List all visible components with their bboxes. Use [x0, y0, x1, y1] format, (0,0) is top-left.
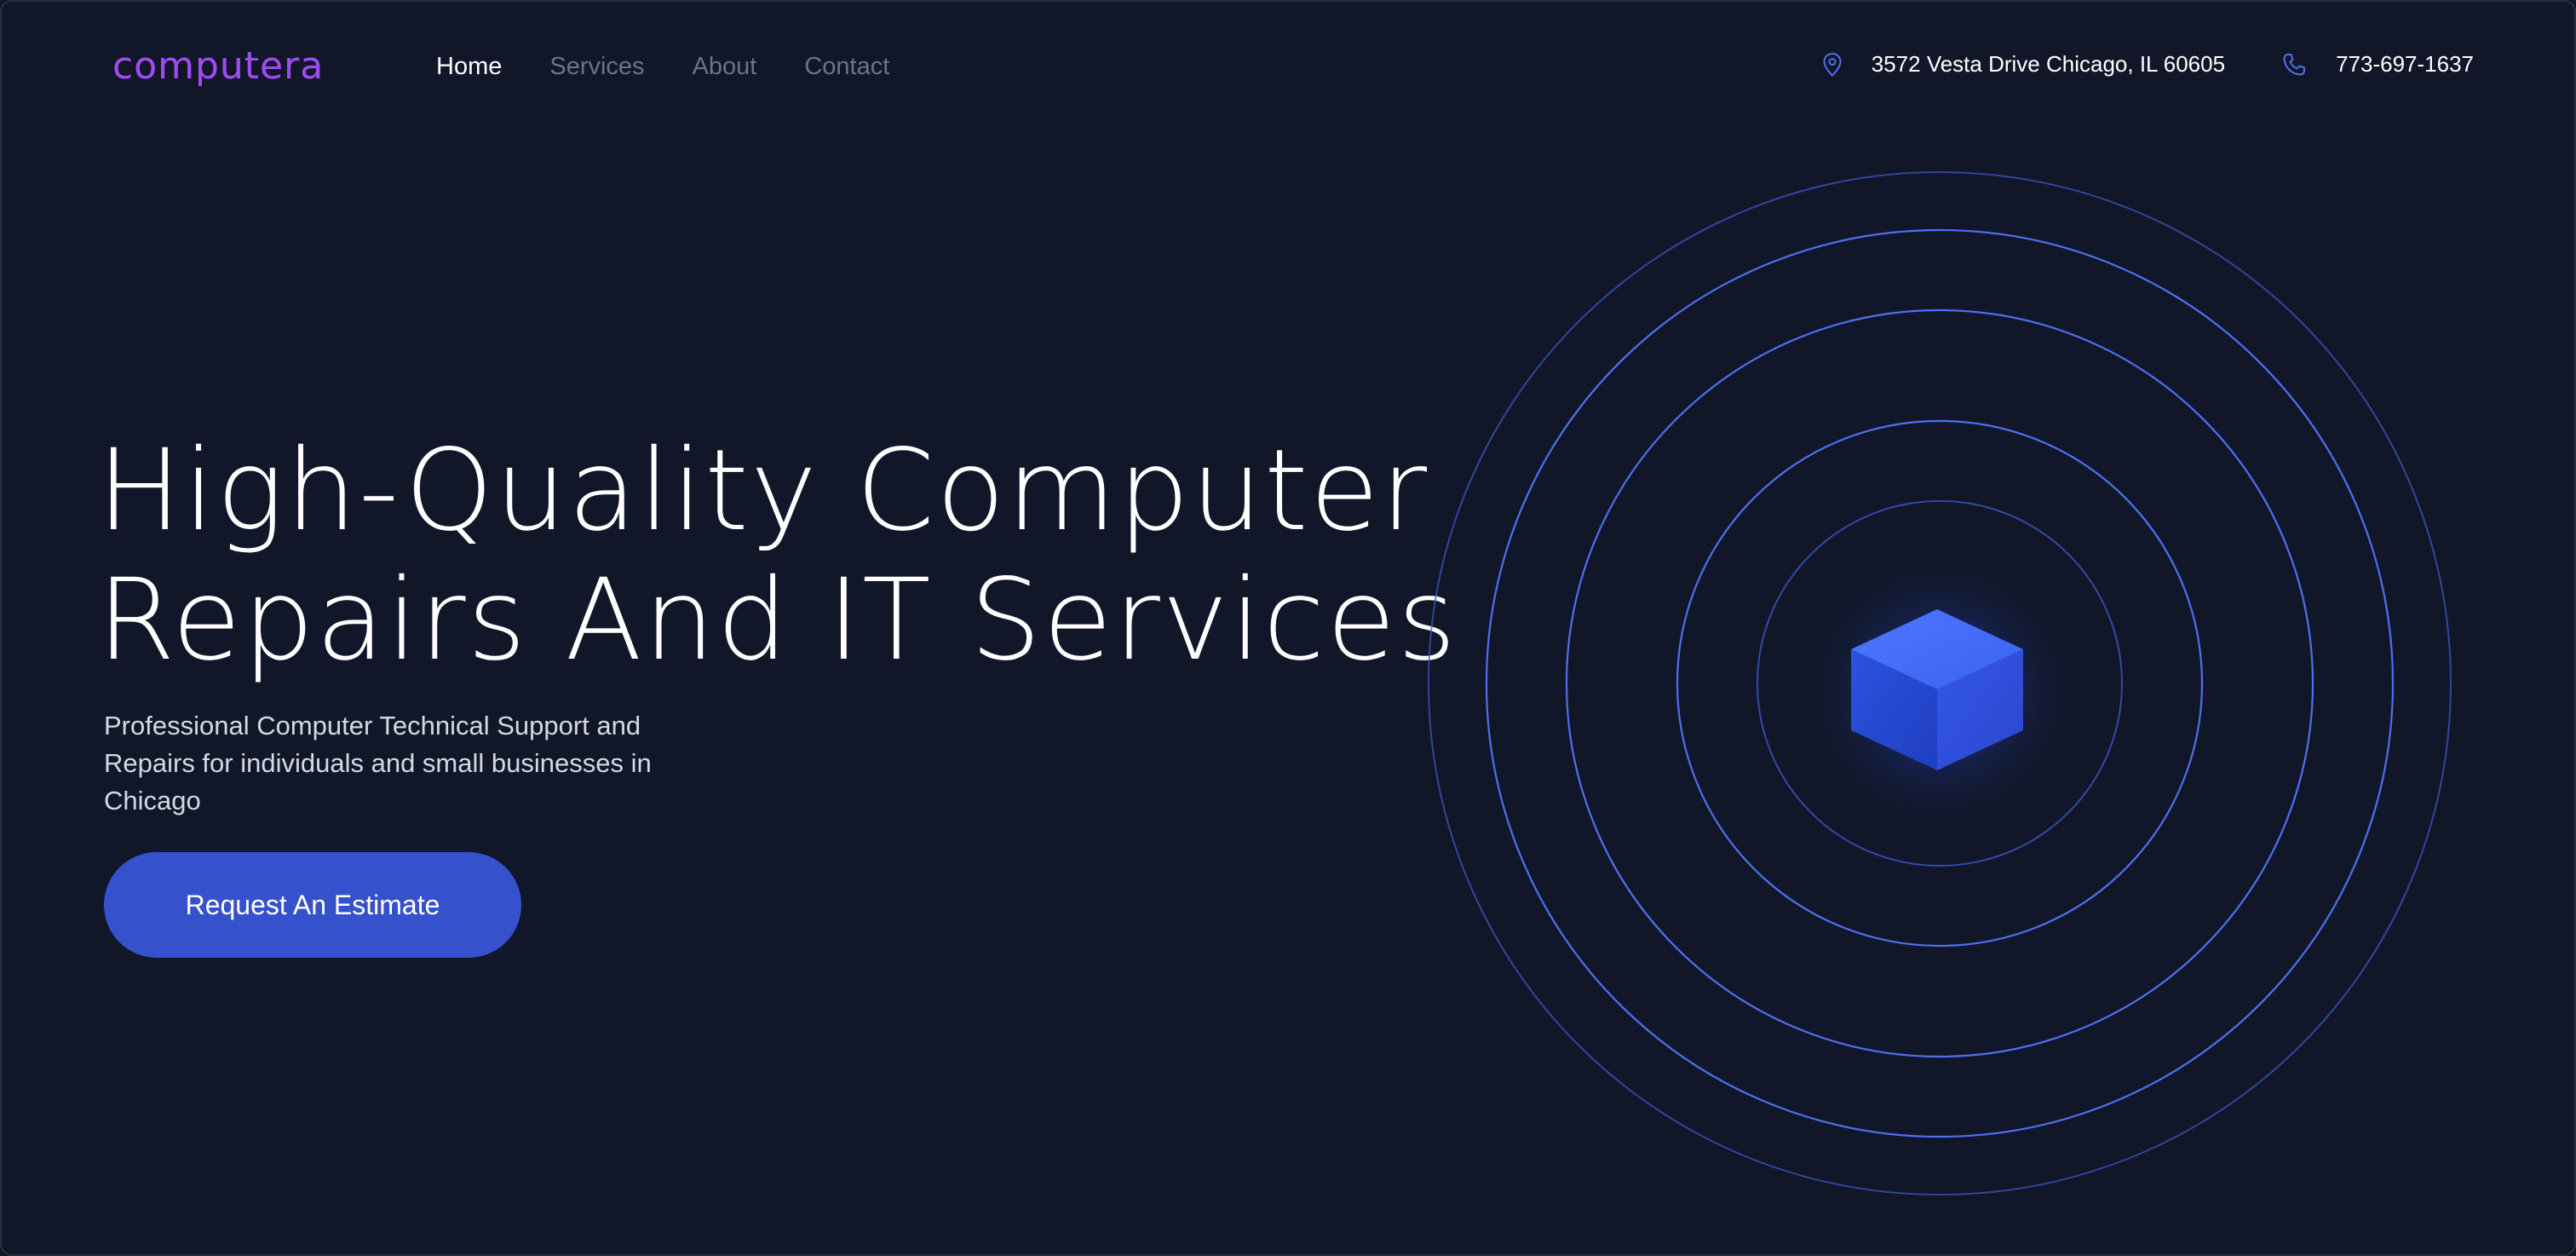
hero-subtext: Professional Computer Technical Support …	[104, 711, 652, 815]
contact-info: 3572 Vesta Drive Chicago, IL 60605 773-6…	[1822, 51, 2474, 78]
page: computera Home Services About Contact 35…	[0, 0, 2576, 1256]
logo[interactable]: computera	[112, 44, 324, 88]
request-estimate-button[interactable]: Request An Estimate	[104, 852, 521, 958]
address-text: 3572 Vesta Drive Chicago, IL 60605	[1871, 51, 2226, 77]
main-nav: Home Services About Contact	[436, 53, 889, 81]
map-pin-icon	[1823, 52, 1842, 77]
concentric-rings-illustration	[1428, 171, 2452, 1196]
headline-line-1: High-Quality Computer	[97, 425, 1429, 556]
phone-item: 773-697-1637	[2281, 51, 2474, 78]
nav-home[interactable]: Home	[436, 53, 502, 81]
phone-text[interactable]: 773-697-1637	[2336, 51, 2474, 78]
phone-icon	[2283, 53, 2306, 75]
hero-headline: High-Quality Computer Repairs And IT Ser…	[97, 426, 1458, 685]
nav-services[interactable]: Services	[549, 53, 644, 81]
nav-contact[interactable]: Contact	[804, 53, 889, 81]
headline-line-2: Repairs And IT Services	[97, 555, 1458, 686]
nav-about[interactable]: About	[693, 53, 757, 81]
address-item: 3572 Vesta Drive Chicago, IL 60605	[1822, 51, 2225, 78]
